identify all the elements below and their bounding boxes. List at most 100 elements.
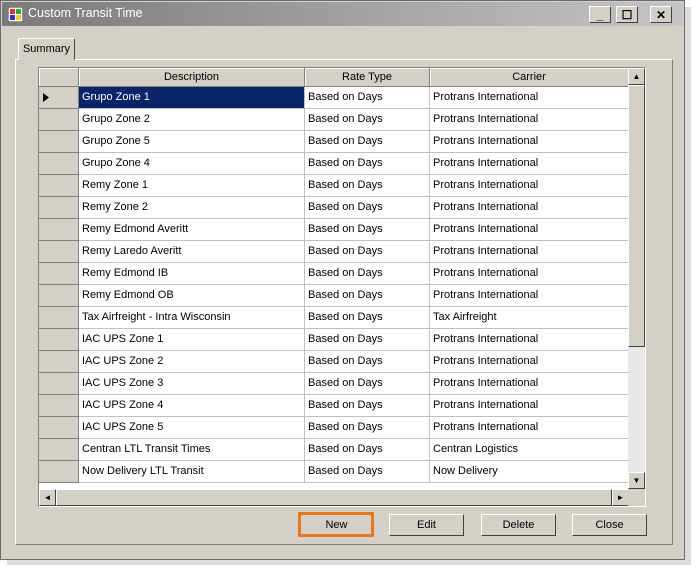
horizontal-scrollbar[interactable]: ◄ ►: [39, 489, 629, 506]
title-bar[interactable]: Custom Transit Time _ ☐ ✕: [2, 2, 683, 26]
cell-carrier[interactable]: Now Delivery: [430, 461, 629, 483]
table-row[interactable]: Grupo Zone 1 Based on Days Protrans Intern…: [39, 87, 629, 109]
cell-rate-type[interactable]: Based on Days: [305, 153, 430, 175]
table-row[interactable]: IAC UPS Zone 1 Based on Days Protrans Inte…: [39, 329, 629, 351]
row-header[interactable]: [39, 263, 79, 285]
row-header[interactable]: [39, 219, 79, 241]
table-row[interactable]: Now Delivery LTL Transit Based on Days Now…: [39, 461, 629, 483]
cell-carrier[interactable]: Protrans International: [430, 219, 629, 241]
cell-description[interactable]: Centran LTL Transit Times: [79, 439, 305, 461]
row-header[interactable]: [39, 241, 79, 263]
cell-description[interactable]: IAC UPS Zone 3: [79, 373, 305, 395]
cell-carrier[interactable]: Tax Airfreight: [430, 307, 629, 329]
cell-rate-type[interactable]: Based on Days: [305, 461, 430, 483]
cell-carrier[interactable]: Protrans International: [430, 131, 629, 153]
cell-description[interactable]: Grupo Zone 5: [79, 131, 305, 153]
cell-rate-type[interactable]: Based on Days: [305, 351, 430, 373]
cell-description[interactable]: IAC UPS Zone 2: [79, 351, 305, 373]
row-header[interactable]: [39, 197, 79, 219]
row-header[interactable]: [39, 109, 79, 131]
maximize-button[interactable]: ☐: [616, 6, 638, 23]
cell-carrier[interactable]: Protrans International: [430, 373, 629, 395]
transit-time-grid[interactable]: Description Rate Type Carrier Grupo Zone…: [38, 67, 646, 507]
table-row[interactable]: IAC UPS Zone 2 Based on Days Protrans Inte…: [39, 351, 629, 373]
table-row[interactable]: Grupo Zone 2 Based on Days Protrans Intern…: [39, 109, 629, 131]
row-header[interactable]: [39, 285, 79, 307]
cell-rate-type[interactable]: Based on Days: [305, 417, 430, 439]
cell-carrier[interactable]: Protrans International: [430, 329, 629, 351]
minimize-button[interactable]: _: [589, 6, 611, 23]
table-row[interactable]: Remy Edmond OB Based on Days Protrans Inte…: [39, 285, 629, 307]
vertical-scrollbar[interactable]: ▲ ▼: [628, 68, 645, 489]
cell-description[interactable]: Remy Zone 2: [79, 197, 305, 219]
cell-carrier[interactable]: Protrans International: [430, 417, 629, 439]
cell-description[interactable]: IAC UPS Zone 5: [79, 417, 305, 439]
table-row[interactable]: Remy Zone 1 Based on Days Protrans Interna…: [39, 175, 629, 197]
cell-description[interactable]: Remy Laredo Averitt: [79, 241, 305, 263]
cell-carrier[interactable]: Protrans International: [430, 285, 629, 307]
row-header[interactable]: [39, 175, 79, 197]
row-header[interactable]: [39, 417, 79, 439]
cell-carrier[interactable]: Protrans International: [430, 241, 629, 263]
table-row[interactable]: Remy Edmond IB Based on Days Protrans Inte…: [39, 263, 629, 285]
table-row[interactable]: Remy Zone 2 Based on Days Protrans Interna…: [39, 197, 629, 219]
cell-description[interactable]: Now Delivery LTL Transit: [79, 461, 305, 483]
table-row[interactable]: IAC UPS Zone 3 Based on Days Protrans Inte…: [39, 373, 629, 395]
table-row[interactable]: Centran LTL Transit Times Based on Days Ce…: [39, 439, 629, 461]
row-header[interactable]: [39, 351, 79, 373]
table-row[interactable]: Grupo Zone 5 Based on Days Protrans Intern…: [39, 131, 629, 153]
table-row[interactable]: Tax Airfreight - Intra Wisconsin Based on…: [39, 307, 629, 329]
row-header[interactable]: [39, 439, 79, 461]
cell-description[interactable]: Tax Airfreight - Intra Wisconsin: [79, 307, 305, 329]
cell-description[interactable]: Grupo Zone 2: [79, 109, 305, 131]
cell-description[interactable]: Remy Edmond IB: [79, 263, 305, 285]
scroll-left-button[interactable]: ◄: [39, 489, 56, 506]
cell-rate-type[interactable]: Based on Days: [305, 109, 430, 131]
cell-rate-type[interactable]: Based on Days: [305, 263, 430, 285]
row-header[interactable]: [39, 329, 79, 351]
cell-description[interactable]: Remy Edmond Averitt: [79, 219, 305, 241]
cell-description[interactable]: Grupo Zone 4: [79, 153, 305, 175]
cell-rate-type[interactable]: Based on Days: [305, 87, 430, 109]
cell-carrier[interactable]: Protrans International: [430, 109, 629, 131]
vertical-scroll-thumb[interactable]: [628, 85, 645, 347]
cell-description[interactable]: IAC UPS Zone 4: [79, 395, 305, 417]
cell-rate-type[interactable]: Based on Days: [305, 197, 430, 219]
row-header[interactable]: [39, 461, 79, 483]
table-row[interactable]: Remy Edmond Averitt Based on Days Protrans…: [39, 219, 629, 241]
table-row[interactable]: IAC UPS Zone 4 Based on Days Protrans Inte…: [39, 395, 629, 417]
cell-rate-type[interactable]: Based on Days: [305, 439, 430, 461]
cell-rate-type[interactable]: Based on Days: [305, 219, 430, 241]
table-row[interactable]: Grupo Zone 4 Based on Days Protrans Intern…: [39, 153, 629, 175]
column-header-description[interactable]: Description: [79, 68, 305, 87]
cell-carrier[interactable]: Protrans International: [430, 87, 629, 109]
cell-rate-type[interactable]: Based on Days: [305, 285, 430, 307]
cell-carrier[interactable]: Protrans International: [430, 197, 629, 219]
cell-carrier[interactable]: Protrans International: [430, 153, 629, 175]
cell-rate-type[interactable]: Based on Days: [305, 131, 430, 153]
scroll-up-button[interactable]: ▲: [628, 68, 645, 85]
scroll-right-button[interactable]: ►: [612, 489, 629, 506]
cell-rate-type[interactable]: Based on Days: [305, 241, 430, 263]
row-header[interactable]: [39, 87, 79, 109]
cell-description[interactable]: Remy Zone 1: [79, 175, 305, 197]
close-button[interactable]: Close: [572, 514, 647, 536]
cell-rate-type[interactable]: Based on Days: [305, 307, 430, 329]
row-header[interactable]: [39, 131, 79, 153]
cell-carrier[interactable]: Protrans International: [430, 351, 629, 373]
cell-carrier[interactable]: Protrans International: [430, 395, 629, 417]
row-header[interactable]: [39, 307, 79, 329]
column-header-rate-type[interactable]: Rate Type: [305, 68, 430, 87]
edit-button[interactable]: Edit: [389, 514, 464, 536]
cell-description[interactable]: IAC UPS Zone 1: [79, 329, 305, 351]
scroll-down-button[interactable]: ▼: [628, 472, 645, 489]
cell-carrier[interactable]: Centran Logistics: [430, 439, 629, 461]
cell-carrier[interactable]: Protrans International: [430, 175, 629, 197]
row-header[interactable]: [39, 373, 79, 395]
row-header[interactable]: [39, 153, 79, 175]
table-row[interactable]: IAC UPS Zone 5 Based on Days Protrans Inte…: [39, 417, 629, 439]
close-window-button[interactable]: ✕: [650, 6, 672, 23]
cell-rate-type[interactable]: Based on Days: [305, 395, 430, 417]
horizontal-scroll-thumb[interactable]: [56, 489, 612, 506]
cell-description[interactable]: Grupo Zone 1: [79, 87, 305, 109]
